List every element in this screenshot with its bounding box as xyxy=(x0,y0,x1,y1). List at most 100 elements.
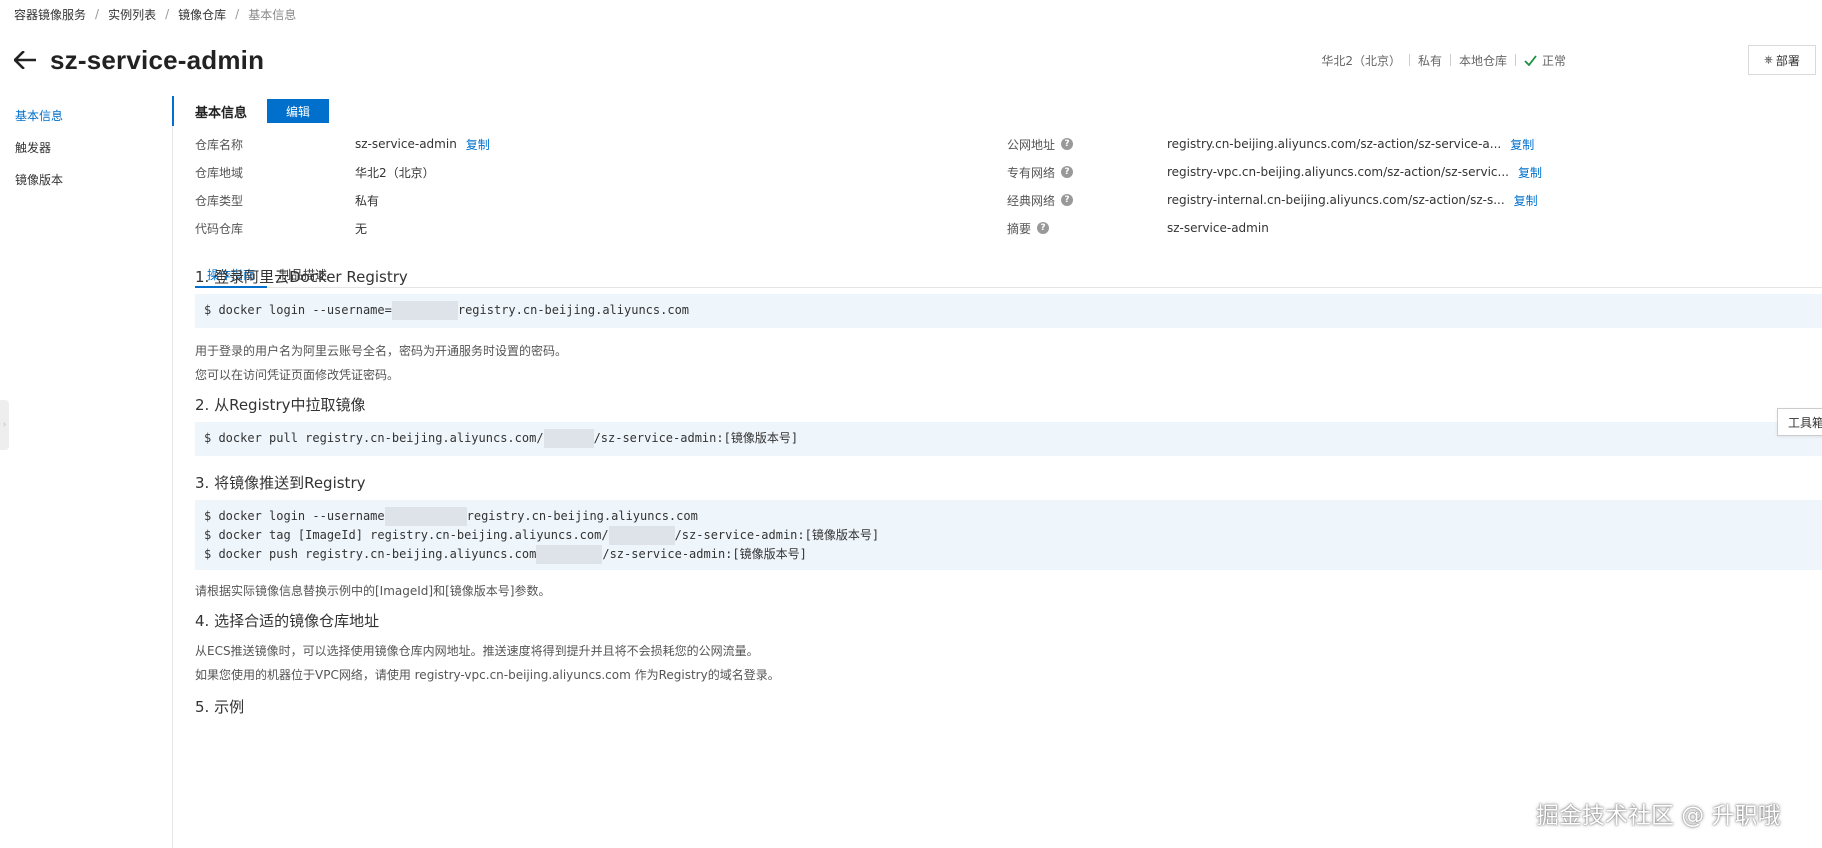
help-icon[interactable]: ? xyxy=(1061,138,1074,150)
info-value: 无 xyxy=(355,221,368,236)
info-label: 仓库类型 xyxy=(195,193,244,208)
back-arrow-icon[interactable] xyxy=(14,48,38,72)
breadcrumb-separator: / xyxy=(95,7,100,21)
breadcrumb-separator: / xyxy=(235,7,240,21)
code-text: registry.cn-beijing.aliyuncs.com xyxy=(457,303,690,317)
guide-note: 如果您使用的机器位于VPC网络，请使用 registry-vpc.cn-beij… xyxy=(195,668,780,682)
section-accent-bar xyxy=(172,96,174,126)
breadcrumb-item-service[interactable]: 容器镜像服务 xyxy=(14,6,86,23)
redacted-text xyxy=(536,545,603,564)
code-line: $ docker login --username= registry.cn-be… xyxy=(204,301,1813,320)
code-text: $ docker login --username xyxy=(204,509,385,523)
copy-link[interactable]: 复制 xyxy=(466,136,490,153)
info-value: sz-service-admin xyxy=(1167,221,1269,235)
info-value: registry-vpc.cn-beijing.aliyuncs.com/sz-… xyxy=(1167,165,1509,179)
divider xyxy=(1514,54,1516,66)
redacted-text xyxy=(391,301,458,320)
info-row-public-address: 公网地址? registry.cn-beijing.aliyuncs.com/s… xyxy=(1007,134,1534,154)
step-title: 3. 将镜像推送到Registry xyxy=(195,474,366,492)
info-label: 公网地址? xyxy=(1007,136,1167,153)
redacted-text xyxy=(543,429,594,448)
code-text: registry.cn-beijing.aliyuncs.com xyxy=(466,509,698,523)
status-source: 本地仓库 xyxy=(1458,53,1507,68)
repo-status-bar: 华北2（北京） 私有 本地仓库 正常 xyxy=(1321,51,1566,69)
divider xyxy=(1408,54,1410,66)
copy-link[interactable]: 复制 xyxy=(1514,192,1538,209)
info-label: 仓库名称 xyxy=(195,137,244,152)
info-row-summary: 摘要? sz-service-admin xyxy=(1007,218,1269,238)
nav-item-basic-info[interactable]: 基本信息 xyxy=(0,100,150,132)
info-row-vpc-address: 专有网络? registry-vpc.cn-beijing.aliyuncs.c… xyxy=(1007,162,1542,182)
code-block: $ docker login --username= registry.cn-be… xyxy=(195,294,1822,328)
help-icon[interactable]: ? xyxy=(1037,222,1050,234)
deploy-button[interactable]: ⎈ 部署 xyxy=(1748,45,1816,75)
breadcrumb-item-repositories[interactable]: 镜像仓库 xyxy=(178,6,226,23)
step-title: 5. 示例 xyxy=(195,698,245,716)
status-region: 华北2（北京） xyxy=(1321,53,1401,68)
info-label: 经典网络? xyxy=(1007,192,1167,209)
code-text: /sz-service-admin:[镜像版本号] xyxy=(602,547,807,561)
guide-note: 请根据实际镜像信息替换示例中的[ImageId]和[镜像版本号]参数。 xyxy=(195,584,551,598)
code-line: $ docker pull registry.cn-beijing.aliyun… xyxy=(204,429,1813,448)
content-divider xyxy=(172,96,173,848)
info-label: 摘要? xyxy=(1007,220,1167,237)
info-label: 代码仓库 xyxy=(195,221,244,236)
breadcrumb-item-current: 基本信息 xyxy=(248,7,297,22)
step-title: 1. 登录阿里云Docker Registry xyxy=(195,268,408,286)
check-icon xyxy=(1524,54,1537,66)
guide-note: 用于登录的用户名为阿里云账号全名，密码为开通服务时设置的密码。 xyxy=(195,344,568,358)
guide-note: 从ECS推送镜像时，可以选择使用镜像仓库内网地址。推送速度将得到提升并且将不会损… xyxy=(195,644,759,658)
toolbox-button[interactable]: 工具箱 xyxy=(1777,408,1822,436)
redacted-text xyxy=(608,526,675,545)
code-text: /sz-service-admin:[镜像版本号] xyxy=(674,528,880,542)
nav-item-image-versions[interactable]: 镜像版本 xyxy=(0,164,150,196)
info-row-classic-address: 经典网络? registry-internal.cn-beijing.aliyu… xyxy=(1007,190,1538,210)
info-label-text: 公网地址 xyxy=(1007,137,1056,152)
redacted-text xyxy=(384,507,467,526)
sidebar-collapse-handle[interactable]: › xyxy=(0,400,9,450)
code-block: $ docker login --username registry.cn-bei… xyxy=(195,500,1822,570)
status-state-label: 正常 xyxy=(1541,53,1566,68)
info-label: 专有网络? xyxy=(1007,164,1167,181)
code-text: /sz-service-admin:[镜像版本号] xyxy=(593,431,799,445)
help-icon[interactable]: ? xyxy=(1061,166,1074,178)
edit-button[interactable]: 编辑 xyxy=(267,99,330,123)
page-header: sz-service-admin xyxy=(14,40,264,80)
code-text: $ docker login --username= xyxy=(204,303,392,317)
help-icon[interactable]: ? xyxy=(1061,194,1074,206)
page-title: sz-service-admin xyxy=(50,44,265,75)
watermark: 掘金技术社区 @ 升职哦 xyxy=(1536,803,1781,829)
copy-link[interactable]: 复制 xyxy=(1518,164,1542,181)
tab-bar: 操作指南 制品描述 xyxy=(195,264,1822,288)
nav-item-triggers[interactable]: 触发器 xyxy=(0,132,150,164)
code-text: $ docker push registry.cn-beijing.aliyun… xyxy=(204,547,537,561)
guide-note: 您可以在访问凭证页面修改凭证密码。 xyxy=(195,368,400,382)
breadcrumb: 容器镜像服务 / 实例列表 / 镜像仓库 / 基本信息 xyxy=(14,6,296,22)
code-text: $ docker pull registry.cn-beijing.aliyun… xyxy=(204,431,544,445)
code-line: $ docker login --username registry.cn-bei… xyxy=(204,507,1813,526)
info-row-code-repo: 代码仓库 无 xyxy=(195,218,367,238)
deploy-button-label: 部署 xyxy=(1775,53,1800,68)
info-row-repo-name: 仓库名称 sz-service-admin 复制 xyxy=(195,134,490,154)
code-line: $ docker tag [ImageId] registry.cn-beiji… xyxy=(204,526,1813,545)
info-row-repo-region: 仓库地域 华北2（北京） xyxy=(195,162,435,182)
info-label-text: 专有网络 xyxy=(1007,165,1056,180)
info-value: 华北2（北京） xyxy=(355,165,435,180)
status-type: 私有 xyxy=(1417,53,1442,68)
status-state: 正常 xyxy=(1524,52,1566,69)
divider xyxy=(1449,54,1451,66)
info-value: registry.cn-beijing.aliyuncs.com/sz-acti… xyxy=(1167,137,1502,151)
step-title: 2. 从Registry中拉取镜像 xyxy=(195,396,366,414)
info-label-text: 经典网络 xyxy=(1007,193,1056,208)
info-value: registry-internal.cn-beijing.aliyuncs.co… xyxy=(1167,193,1505,207)
code-line: $ docker push registry.cn-beijing.aliyun… xyxy=(204,545,1813,564)
code-block: $ docker pull registry.cn-beijing.aliyun… xyxy=(195,422,1822,456)
info-label: 仓库地域 xyxy=(195,165,244,180)
breadcrumb-item-instances[interactable]: 实例列表 xyxy=(108,6,156,23)
deploy-icon: ⎈ xyxy=(1764,53,1773,66)
copy-link[interactable]: 复制 xyxy=(1510,136,1534,153)
info-value: 私有 xyxy=(355,193,380,208)
info-row-repo-type: 仓库类型 私有 xyxy=(195,190,379,210)
section-title: 基本信息 xyxy=(195,105,248,121)
breadcrumb-separator: / xyxy=(165,7,170,21)
